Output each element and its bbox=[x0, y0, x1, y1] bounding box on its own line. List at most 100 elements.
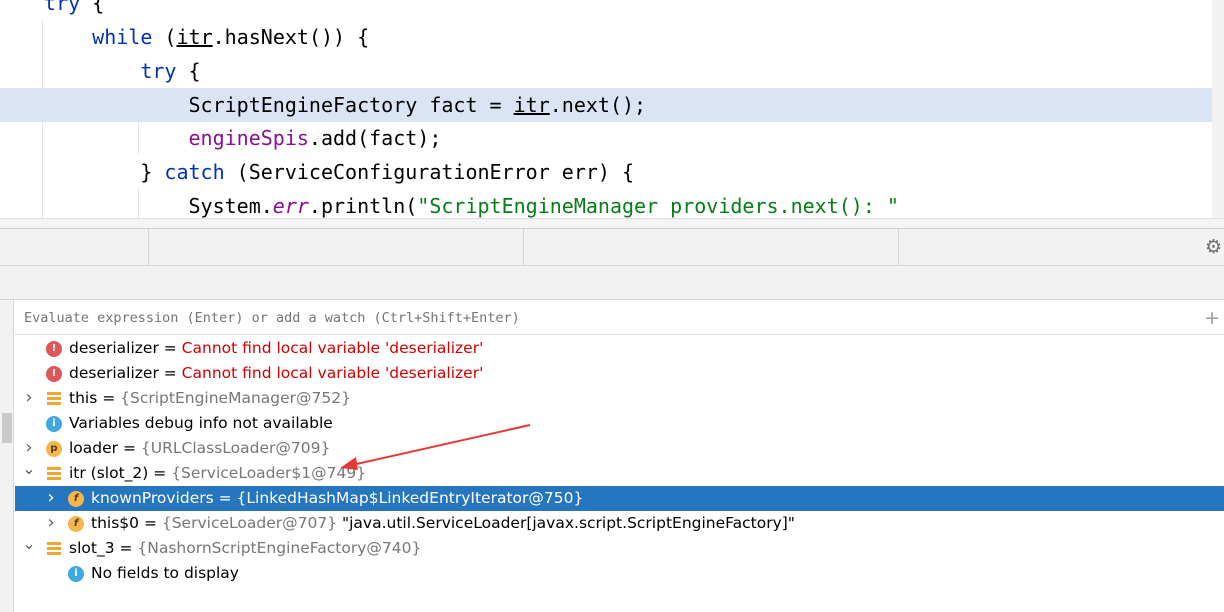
evaluate-expression-input[interactable] bbox=[15, 301, 1224, 335]
variable-row[interactable]: ! deserializer = Cannot find local variab… bbox=[15, 336, 1224, 361]
variable-string-value: "java.util.ServiceLoader[javax.script.Sc… bbox=[337, 514, 795, 532]
variable-name: No fields to display bbox=[91, 564, 239, 582]
code-line[interactable]: engineSpis.add(fact); bbox=[0, 121, 1224, 155]
code-token: .add(fact); bbox=[308, 126, 442, 150]
variable-value: {URLClassLoader@709} bbox=[140, 439, 331, 457]
code-token: catch bbox=[164, 160, 225, 184]
icon-bar bbox=[47, 467, 61, 470]
code-editor[interactable]: try { while (itr.hasNext()) { try { Scri… bbox=[0, 0, 1224, 228]
variable-text: slot_3 = {NashornScriptEngineFactory@740… bbox=[69, 536, 421, 561]
code-token: System. bbox=[188, 194, 273, 218]
equals-sign: = bbox=[213, 489, 237, 507]
code-line[interactable]: while (itr.hasNext()) { bbox=[0, 20, 1224, 54]
variable-text: No fields to display bbox=[91, 561, 239, 586]
variable-row[interactable]: i No fields to display bbox=[15, 561, 1224, 586]
field-icon: f bbox=[68, 491, 84, 507]
gear-icon[interactable]: ⚙ bbox=[1205, 238, 1222, 257]
variable-name: this bbox=[69, 389, 98, 407]
variable-name: slot_3 bbox=[69, 539, 115, 557]
chevron-down-icon[interactable]: ⌄ bbox=[22, 536, 36, 561]
variable-value: {NashornScriptEngineFactory@740} bbox=[137, 539, 422, 557]
header-divider bbox=[523, 229, 524, 266]
variable-row[interactable]: ⌄ slot_3 = {NashornScriptEngineFactory@74… bbox=[15, 536, 1224, 561]
variable-row[interactable]: › this = {ScriptEngineManager@752} bbox=[15, 386, 1224, 411]
chevron-down-icon[interactable]: ⌄ bbox=[22, 461, 36, 486]
equals-sign: = bbox=[148, 464, 172, 482]
variable-text: deserializer = Cannot find local variabl… bbox=[69, 336, 483, 361]
code-token: .println( bbox=[308, 194, 418, 218]
equals-sign: = bbox=[114, 539, 138, 557]
icon-bar bbox=[47, 472, 61, 475]
variable-row[interactable]: ⌄ itr (slot_2) = {ServiceLoader$1@749} bbox=[15, 461, 1224, 486]
add-watch-icon[interactable]: + bbox=[1204, 309, 1220, 328]
code-token: { bbox=[80, 0, 105, 15]
variable-row[interactable]: › f this$0 = {ServiceLoader@707} "java.uti… bbox=[15, 511, 1224, 536]
code-token: try bbox=[44, 0, 81, 15]
editor-scrollbar[interactable] bbox=[1212, 0, 1224, 218]
variable-text: Variables debug info not available bbox=[69, 411, 333, 436]
variable-object-icon bbox=[46, 391, 62, 407]
equals-sign: = bbox=[118, 439, 141, 457]
chevron-right-icon[interactable]: › bbox=[22, 436, 36, 461]
variable-value: {ScriptEngineManager@752} bbox=[120, 389, 351, 407]
icon-bar bbox=[47, 477, 61, 480]
chevron-right-icon[interactable]: › bbox=[22, 386, 36, 411]
icon-bar bbox=[47, 397, 61, 400]
equals-sign: = bbox=[139, 514, 162, 532]
variable-text: itr (slot_2) = {ServiceLoader$1@749} bbox=[69, 461, 366, 486]
variables-tree[interactable]: ! deserializer = Cannot find local variab… bbox=[15, 336, 1224, 612]
variable-name: loader bbox=[69, 439, 119, 457]
variable-object-icon bbox=[46, 466, 62, 482]
icon-bar bbox=[47, 552, 61, 555]
code-line[interactable]: } catch (ServiceConfigurationError err) … bbox=[0, 155, 1224, 189]
editor-horizontal-scrollbar[interactable] bbox=[0, 218, 1224, 228]
code-token: ( bbox=[152, 25, 177, 49]
debug-frames-header: ⚙ bbox=[0, 228, 1224, 266]
code-line[interactable]: try { bbox=[0, 54, 1224, 88]
variable-row[interactable]: i Variables debug info not available bbox=[15, 411, 1224, 436]
icon-bar bbox=[47, 392, 61, 395]
code-token: while bbox=[92, 25, 153, 49]
header-divider bbox=[898, 229, 899, 266]
error-icon: ! bbox=[46, 366, 62, 382]
variable-text: this = {ScriptEngineManager@752} bbox=[69, 386, 351, 411]
code-token: err bbox=[272, 194, 309, 218]
chevron-right-icon[interactable]: › bbox=[44, 486, 58, 511]
variable-text: deserializer = Cannot find local variabl… bbox=[69, 361, 483, 386]
code-token: { bbox=[176, 59, 201, 83]
variable-row[interactable]: › p loader = {URLClassLoader@709} bbox=[15, 436, 1224, 461]
code-line[interactable]: try { bbox=[0, 0, 1224, 20]
gutter-scroll-thumb[interactable] bbox=[2, 413, 12, 443]
code-token: .hasNext()) { bbox=[212, 25, 370, 49]
variable-text: loader = {URLClassLoader@709} bbox=[69, 436, 330, 461]
icon-bar bbox=[47, 402, 61, 405]
info-icon: i bbox=[46, 416, 62, 432]
variable-name: this$0 bbox=[91, 514, 140, 532]
icon-bar bbox=[47, 542, 61, 545]
code-token: (ServiceConfigurationError err) { bbox=[224, 160, 635, 184]
variable-name: Variables debug info not available bbox=[69, 414, 333, 432]
variable-object-icon bbox=[46, 541, 62, 557]
code-line[interactable]: ScriptEngineFactory fact = itr.next(); bbox=[0, 88, 1224, 122]
variable-value: {ServiceLoader@707} bbox=[161, 514, 338, 532]
variable-name: itr (slot_2) bbox=[69, 464, 149, 482]
icon-bar bbox=[47, 547, 61, 550]
chevron-right-icon[interactable]: › bbox=[44, 511, 58, 536]
debug-toolbar bbox=[0, 266, 1224, 300]
variable-row[interactable]: › f knownProviders = {LinkedHashMap$Linked… bbox=[15, 486, 1224, 511]
equals-sign: = bbox=[97, 389, 121, 407]
variable-value: Cannot find local variable 'deserializer… bbox=[181, 364, 484, 382]
code-token: try bbox=[140, 59, 177, 83]
code-token: itr bbox=[513, 93, 550, 117]
variable-value: Cannot find local variable 'deserializer… bbox=[181, 339, 484, 357]
variable-row[interactable]: ! deserializer = Cannot find local variab… bbox=[15, 361, 1224, 386]
code-token: "ScriptEngineManager providers.next(): " bbox=[417, 194, 899, 218]
variable-name: deserializer bbox=[69, 339, 159, 357]
header-divider bbox=[148, 229, 149, 266]
